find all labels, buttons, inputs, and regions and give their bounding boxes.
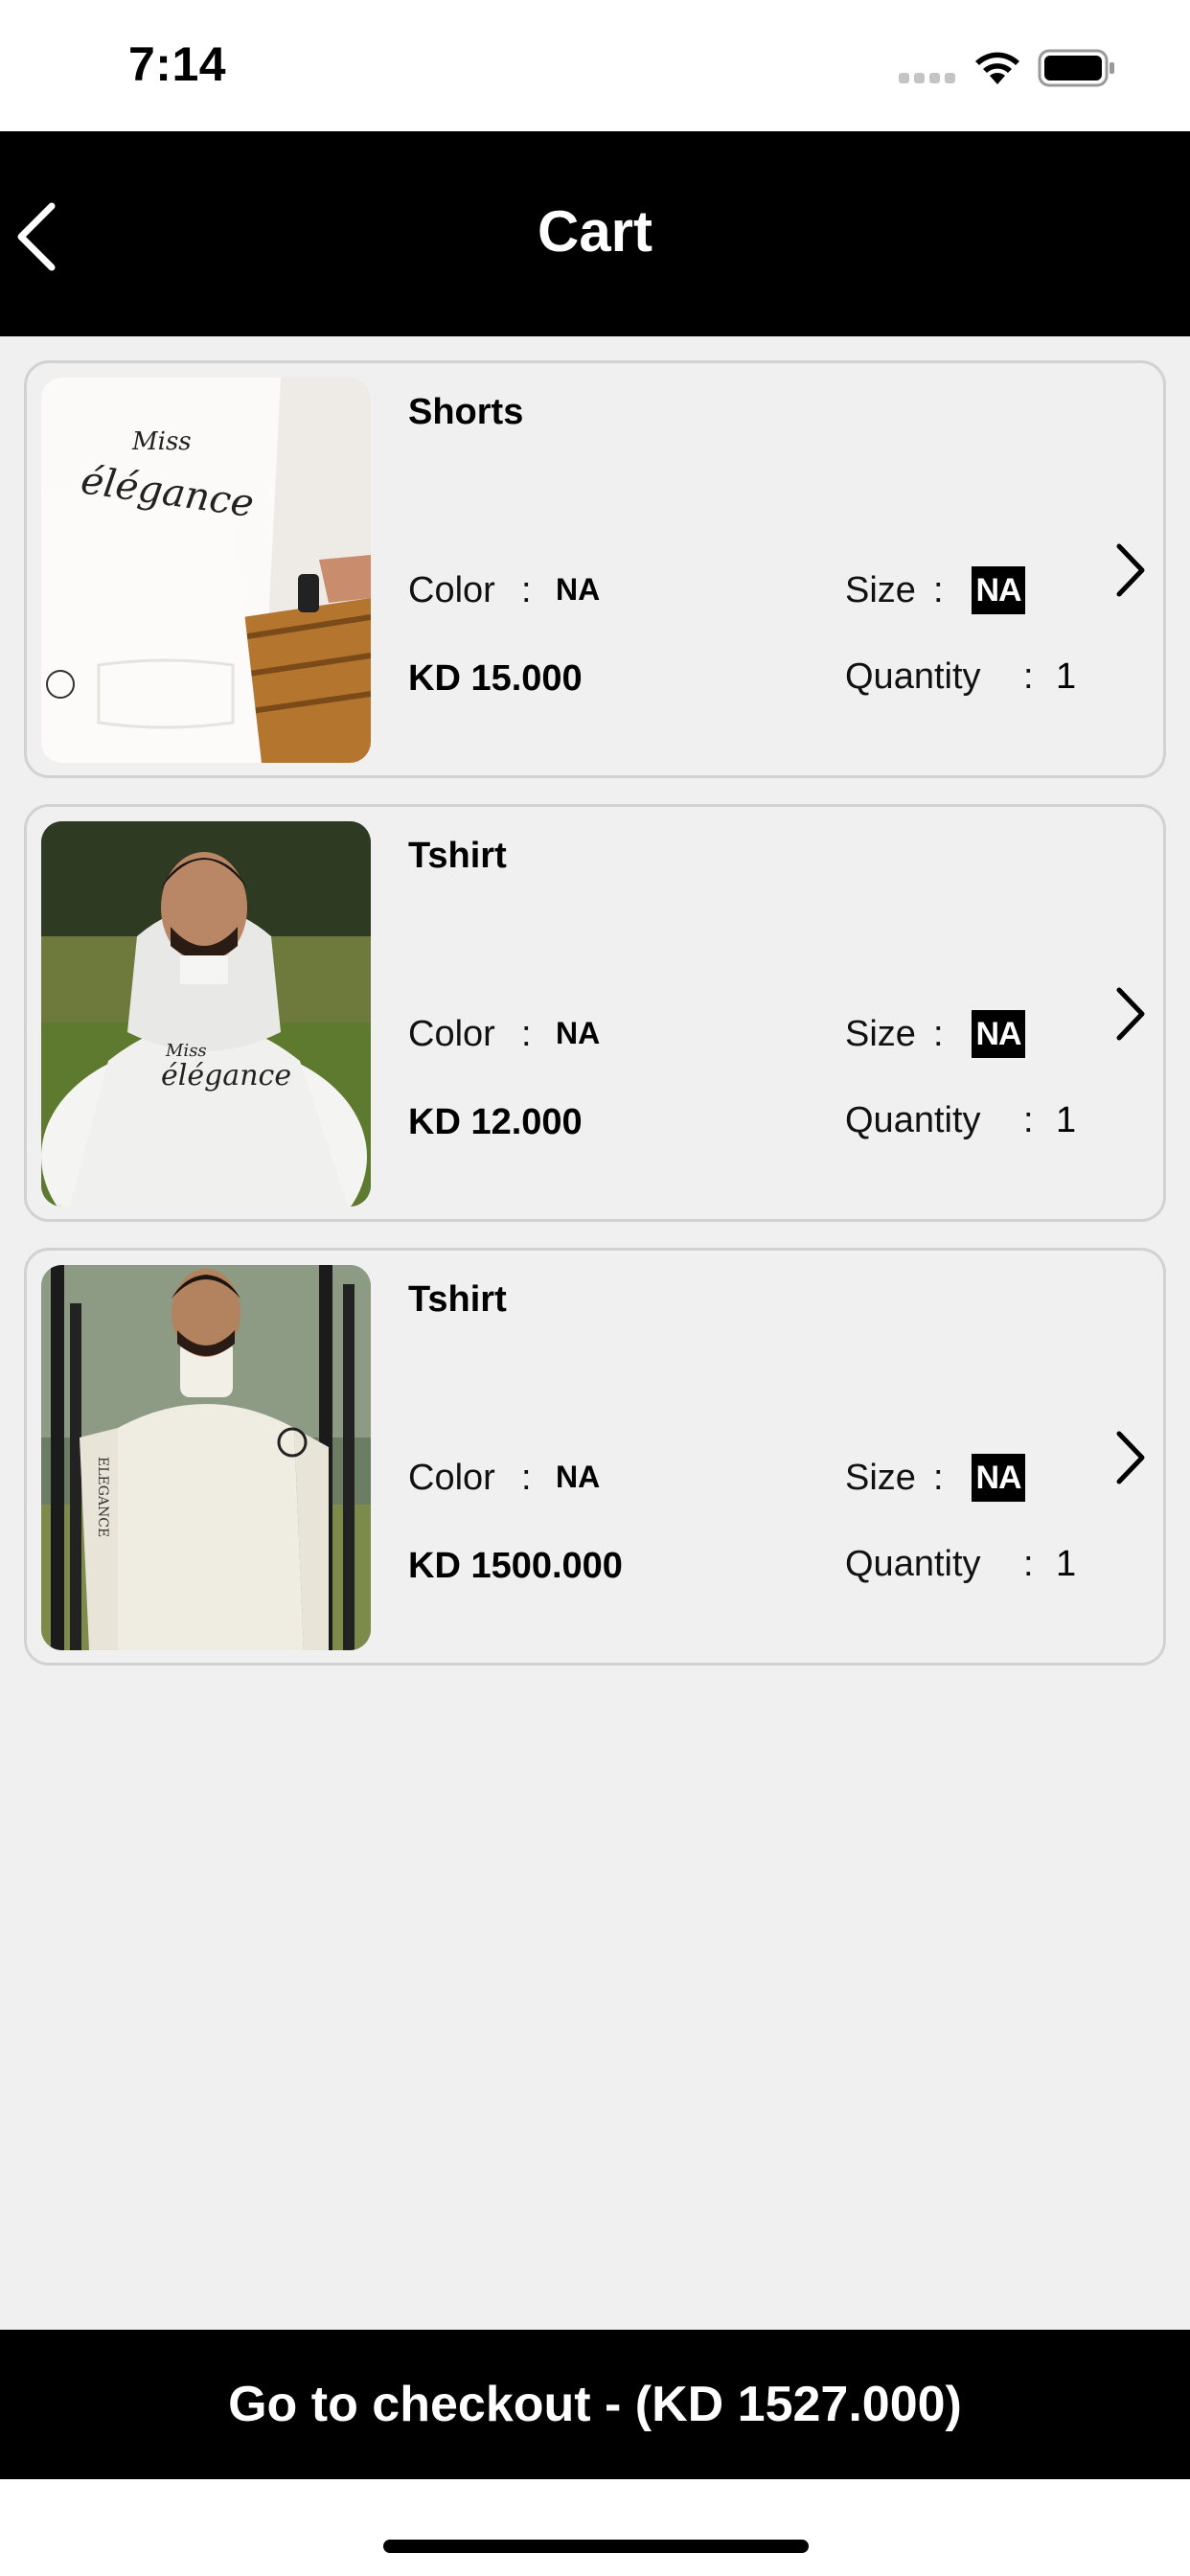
quantity-value: 1	[1056, 1100, 1077, 1140]
bottom-safe-area	[0, 2479, 1190, 2576]
color-separator: :	[521, 1014, 532, 1054]
color-value: NA	[556, 572, 601, 607]
color-label: Color	[408, 1014, 495, 1054]
status-time: 7:14	[128, 37, 227, 91]
quantity-value: 1	[1056, 656, 1077, 697]
quantity-separator: :	[1023, 1100, 1034, 1140]
product-price: KD 15.000	[408, 658, 583, 699]
cart-list: Miss élégance Shorts Color : NA Size : N…	[24, 360, 1166, 1691]
header-bar: Cart	[0, 131, 1190, 336]
wifi-icon	[975, 52, 1019, 84]
svg-text:ELEGANCE: ELEGANCE	[95, 1457, 110, 1537]
cart-item[interactable]: Miss élégance Shorts Color : NA Size : N…	[24, 360, 1166, 778]
size-badge: NA	[972, 566, 1025, 614]
chevron-right-icon[interactable]	[1110, 1428, 1152, 1487]
home-indicator[interactable]	[383, 2540, 809, 2553]
page-title: Cart	[537, 199, 653, 264]
quantity-label: Quantity	[845, 656, 981, 697]
cart-item[interactable]: ELEGANCE Tshirt Color : NA Size : NA KD …	[24, 1248, 1166, 1666]
color-separator: :	[521, 570, 532, 610]
color-label: Color	[408, 1458, 495, 1498]
quantity-separator: :	[1023, 1544, 1034, 1584]
quantity-label: Quantity	[845, 1100, 981, 1140]
size-badge: NA	[972, 1454, 1025, 1502]
svg-text:élégance: élégance	[161, 1059, 291, 1092]
size-label: Size	[845, 570, 916, 610]
product-name: Shorts	[408, 392, 524, 432]
size-label: Size	[845, 1458, 916, 1498]
color-value: NA	[556, 1016, 601, 1050]
product-image: Miss élégance	[41, 378, 371, 763]
product-name: Tshirt	[408, 1279, 507, 1320]
battery-icon	[1038, 49, 1114, 87]
product-image: Miss élégance	[41, 821, 371, 1207]
cart-item[interactable]: Miss élégance Tshirt Color : NA Size : N…	[24, 804, 1166, 1222]
product-price: KD 12.000	[408, 1102, 583, 1142]
cellular-signal-icon	[899, 73, 956, 84]
svg-text:Miss: Miss	[131, 427, 192, 456]
product-image: ELEGANCE	[41, 1265, 371, 1650]
size-separator: :	[933, 1014, 944, 1054]
color-separator: :	[521, 1458, 532, 1498]
size-separator: :	[933, 1458, 944, 1498]
status-bar: 7:14	[0, 0, 1190, 131]
quantity-value: 1	[1056, 1544, 1077, 1584]
size-badge: NA	[972, 1010, 1025, 1058]
color-value: NA	[556, 1460, 601, 1494]
quantity-separator: :	[1023, 656, 1034, 697]
product-price: KD 1500.000	[408, 1546, 623, 1586]
chevron-right-icon[interactable]	[1110, 984, 1152, 1044]
checkout-button[interactable]: Go to checkout - (KD 1527.000)	[0, 2330, 1190, 2479]
size-label: Size	[845, 1014, 916, 1054]
color-label: Color	[408, 570, 495, 610]
chevron-right-icon[interactable]	[1110, 540, 1152, 600]
quantity-label: Quantity	[845, 1544, 981, 1584]
size-separator: :	[933, 570, 944, 610]
svg-text:Miss: Miss	[165, 1041, 207, 1061]
product-name: Tshirt	[408, 836, 507, 876]
